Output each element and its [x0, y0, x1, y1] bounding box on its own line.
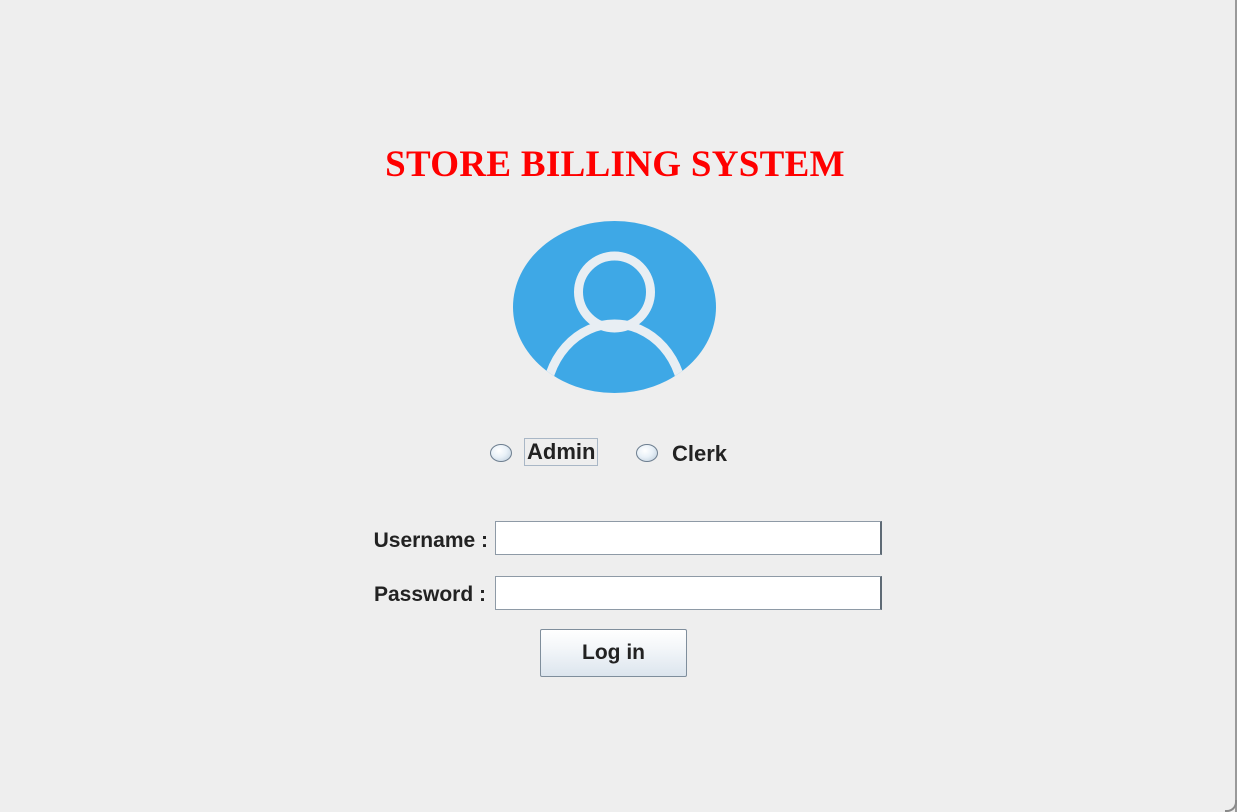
- admin-radio[interactable]: [490, 444, 512, 462]
- login-button[interactable]: Log in: [540, 629, 687, 677]
- username-label: Username :: [373, 529, 488, 552]
- user-profile-icon: [513, 221, 716, 393]
- app-title: STORE BILLING SYSTEM: [385, 144, 845, 185]
- username-field[interactable]: [495, 521, 882, 555]
- password-label: Password :: [373, 583, 486, 606]
- clerk-radio[interactable]: [636, 444, 658, 462]
- password-field[interactable]: [495, 576, 882, 610]
- clerk-radio-label[interactable]: Clerk: [672, 441, 727, 467]
- role-radio-group: Admin Clerk: [488, 437, 748, 471]
- admin-radio-label[interactable]: Admin: [523, 438, 599, 466]
